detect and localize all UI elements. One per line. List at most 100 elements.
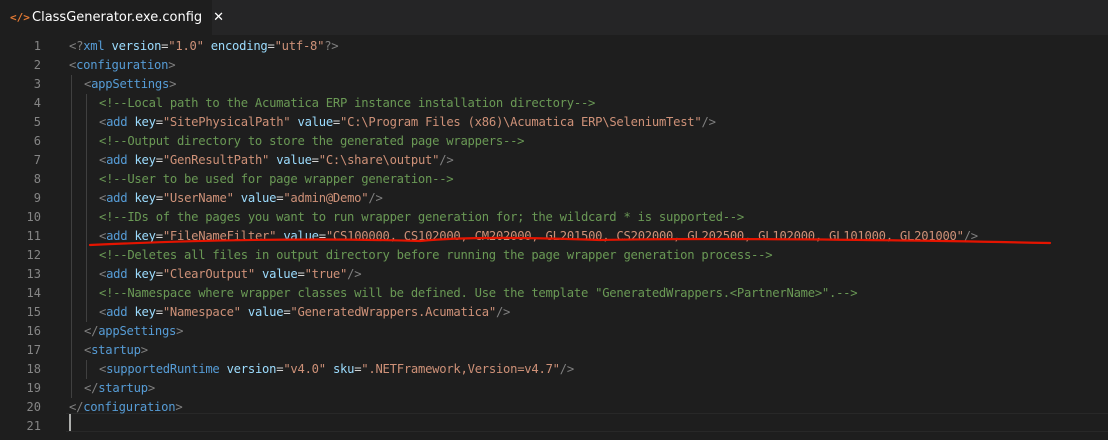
code-text: <add key="ClearOutput" value="true"/> — [99, 265, 362, 284]
xml-attribute-name: value — [240, 191, 277, 205]
xml-tag-name: appSettings — [91, 77, 170, 91]
xml-attribute-name: key — [134, 153, 156, 167]
code-text: <appSettings> — [84, 75, 176, 94]
code-text: <add key="Namespace" value="GeneratedWra… — [99, 303, 510, 322]
xml-attribute-value: "utf-8" — [274, 39, 325, 53]
code-line[interactable]: 13 <add key="ClearOutput" value="true"/> — [0, 265, 1108, 284]
code-line[interactable]: 2 <configuration> — [0, 56, 1108, 75]
code-line[interactable]: 20 </configuration> — [0, 398, 1108, 417]
xml-attribute-value: "ClearOutput" — [162, 267, 255, 281]
indent-guide — [71, 265, 72, 284]
xml-tag-name: appSettings — [98, 324, 177, 338]
code-line[interactable]: 14 <!--Namespace where wrapper classes wi… — [0, 284, 1108, 303]
code-line[interactable]: 11 <add key="FileNameFilter" value="CS100… — [0, 227, 1108, 246]
punctuation: > — [140, 343, 148, 357]
code-line[interactable]: 17 <startup> — [0, 341, 1108, 360]
xml-attribute-name: value — [297, 115, 333, 129]
line-number: 19 — [26, 381, 41, 395]
code-line[interactable]: 4 <!--Local path to the Acumatica ERP ins… — [0, 94, 1108, 113]
code-line[interactable]: 7 <add key="GenResultPath" value="C:\shar… — [0, 151, 1108, 170]
code-line[interactable]: 16 </appSettings> — [0, 322, 1108, 341]
line-number: 5 — [33, 115, 41, 129]
close-icon[interactable]: ✕ — [213, 10, 224, 25]
xml-attribute-value: "FileNameFilter" — [162, 229, 277, 243]
punctuation: /> — [495, 305, 511, 319]
punctuation: /> — [347, 267, 362, 281]
indent-guide — [86, 151, 87, 170]
xml-attribute-value: ".NETFramework,Version=v4.7" — [361, 362, 560, 376]
xml-attribute-value: "true" — [304, 267, 348, 281]
line-number: 15 — [26, 305, 41, 319]
xml-tag-name: add — [106, 267, 128, 281]
xml-attribute-value: "SitePhysicalPath" — [162, 115, 291, 129]
code-line[interactable]: 12 <!--Deletes all files in output direct… — [0, 246, 1108, 265]
xml-attribute-value: "Namespace" — [162, 305, 241, 319]
indent-guide — [71, 94, 72, 113]
indent-guide — [86, 265, 87, 284]
line-number: 7 — [33, 153, 41, 167]
indent-guide — [86, 227, 87, 246]
line-number: 8 — [33, 172, 41, 186]
xml-comment: <!--Namespace where wrapper classes will… — [99, 286, 858, 300]
code-text: <add key="SitePhysicalPath" value="C:\Pr… — [99, 113, 716, 132]
equals-sign: = — [155, 229, 163, 243]
code-editor[interactable]: 1 <?xml version="1.0" encoding="utf-8"?> 2… — [0, 35, 1108, 440]
line-number: 18 — [26, 362, 41, 376]
xml-comment: <!--Deletes all files in output director… — [99, 248, 773, 262]
xml-attribute-value: "admin@Demo" — [283, 191, 369, 205]
equals-sign: = — [332, 115, 341, 129]
indent-guide — [86, 189, 87, 208]
editor-window: </> ClassGenerator.exe.config ✕ 1 <?xml v… — [0, 0, 1108, 440]
code-text: <!--Namespace where wrapper classes will… — [99, 284, 858, 303]
code-line[interactable]: 15 <add key="Namespace" value="GeneratedW… — [0, 303, 1108, 322]
line-number: 9 — [33, 191, 41, 205]
punctuation: > — [168, 58, 176, 72]
indent-guide — [71, 379, 72, 398]
equals-sign: = — [267, 39, 275, 53]
code-line[interactable]: 5 <add key="SitePhysicalPath" value="C:\P… — [0, 113, 1108, 132]
xml-attribute-value: "CS100000, CS102000, CM202000, GL201500,… — [325, 229, 964, 243]
code-text: <add key="UserName" value="admin@Demo"/> — [99, 189, 383, 208]
code-line[interactable]: 8 <!--User to be used for page wrapper ge… — [0, 170, 1108, 189]
code-line[interactable]: 10 <!--IDs of the pages you want to run w… — [0, 208, 1108, 227]
tab-classgenerator-config[interactable]: </> ClassGenerator.exe.config ✕ — [0, 0, 224, 35]
xml-tag-name: add — [106, 115, 128, 129]
xml-tag-name: supportedRuntime — [106, 362, 220, 376]
line-number: 12 — [26, 248, 41, 262]
indent-guide — [71, 208, 72, 227]
code-text: <supportedRuntime version="v4.0" sku=".N… — [99, 360, 574, 379]
indent-guide — [71, 227, 72, 246]
code-text: <add key="FileNameFilter" value="CS10000… — [99, 227, 978, 246]
code-line[interactable]: 1 <?xml version="1.0" encoding="utf-8"?> — [0, 37, 1108, 56]
code-text: <!--Output directory to store the genera… — [99, 132, 525, 151]
indent-guide — [86, 170, 87, 189]
indent-guide — [86, 132, 87, 151]
code-line[interactable]: 9 <add key="UserName" value="admin@Demo"/… — [0, 189, 1108, 208]
xml-attribute-value: "GeneratedWrappers.Acumatica" — [290, 305, 496, 319]
indent-guide — [86, 208, 87, 227]
xml-attribute-name: version — [226, 362, 277, 376]
code-line[interactable]: 6 <!--Output directory to store the gener… — [0, 132, 1108, 151]
code-line[interactable]: 19 </startup> — [0, 379, 1108, 398]
code-line[interactable]: 18 <supportedRuntime version="v4.0" sku="… — [0, 360, 1108, 379]
punctuation: /> — [701, 115, 716, 129]
xml-attribute-name: sku — [332, 362, 355, 376]
xml-tag-name: startup — [91, 343, 141, 357]
xml-attribute-value: "GenResultPath" — [162, 153, 270, 167]
tab-title: ClassGenerator.exe.config — [32, 10, 203, 25]
code-line[interactable]: 21 — [0, 417, 1108, 436]
indent-guide — [86, 303, 87, 322]
code-line[interactable]: 3 <appSettings> — [0, 75, 1108, 94]
xml-attribute-name: value — [283, 229, 319, 243]
xml-attribute-value: "C:\Program Files (x86)\Acumatica ERP\Se… — [340, 115, 702, 129]
indent-guide — [71, 303, 72, 322]
xml-attribute-name: encoding — [210, 39, 268, 53]
line-number: 20 — [26, 400, 41, 414]
equals-sign: = — [155, 191, 163, 205]
line-number: 14 — [26, 286, 41, 300]
indent-guide — [71, 322, 72, 341]
line-number: 13 — [26, 267, 41, 281]
equals-sign: = — [311, 153, 319, 167]
